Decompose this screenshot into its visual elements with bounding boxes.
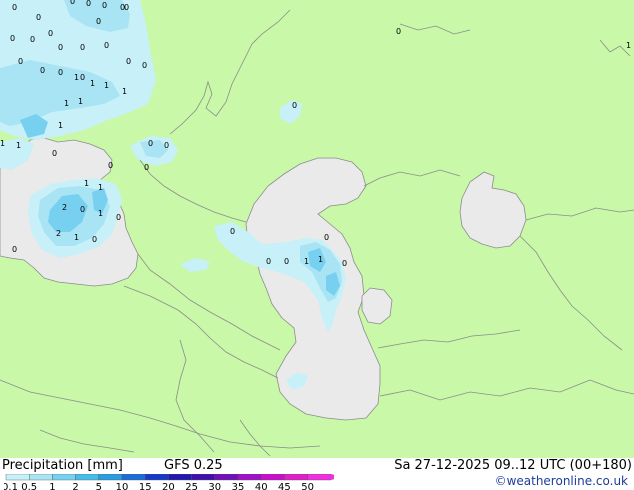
legend-tick-label: 45: [278, 482, 291, 490]
legend-tick-label: 1: [49, 482, 55, 490]
precip-value-label: 0: [40, 66, 45, 75]
precip-value-label: 0: [102, 1, 107, 10]
precip-value-label: 0: [96, 17, 101, 26]
precipitation-map: 000 0 0000 00000000000011 11111011 0 000001 12 0…: [0, 0, 634, 458]
legend-swatch: [237, 474, 262, 481]
precip-value-label: 0: [18, 57, 23, 66]
precip-value-label: 1: [626, 41, 631, 50]
legend-tick-label: 30: [208, 482, 221, 490]
precip-value-label: 0: [396, 27, 401, 36]
legend-tick-label: 40: [255, 482, 268, 490]
precip-value-label: 0: [324, 233, 329, 242]
legend-swatch: [168, 474, 192, 481]
precip-value-label: 0: [70, 0, 75, 6]
precip-value-label: 0: [48, 29, 53, 38]
precip-value-label: 0: [144, 163, 149, 172]
validity-time: Sa 27-12-2025 09..12 UTC (00+180): [394, 458, 632, 473]
precip-value-label: 0: [80, 43, 85, 52]
precip-value-label: 0: [92, 235, 97, 244]
chart-title: Precipitation [mm]: [2, 458, 123, 473]
legend-tick-label: 10: [116, 482, 129, 490]
precip-value-label: 0: [284, 257, 289, 266]
legend-swatch: [261, 474, 285, 481]
legend-swatch: [121, 474, 146, 481]
precip-value-label: 0: [86, 0, 91, 8]
precip-value-label: 0: [10, 34, 15, 43]
legend-swatch: [284, 474, 308, 481]
credit-link[interactable]: ©weatheronline.co.uk: [495, 474, 628, 488]
precip-value-label: 1: [64, 99, 69, 108]
legend-swatch: [144, 474, 169, 481]
precip-value-label: 0: [36, 13, 41, 22]
precip-value-label: 1: [0, 139, 5, 148]
precip-value-label: 0: [142, 61, 147, 70]
precip-value-label: 0: [120, 3, 125, 12]
legend-swatch: [5, 474, 30, 481]
precip-value-label: 0: [108, 161, 113, 170]
precip-value-label: 1: [122, 87, 127, 96]
legend-swatch: [98, 474, 123, 481]
precip-value-label: 1: [98, 209, 103, 218]
legend-tick-label: 50: [301, 482, 314, 490]
legend-swatch: [75, 474, 99, 481]
legend-tick-label: 25: [185, 482, 198, 490]
precip-value-label: 0: [80, 205, 85, 214]
legend-tick-label: 15: [139, 482, 152, 490]
legend-tick-label: 2: [72, 482, 78, 490]
precip-value-label: 0: [230, 227, 235, 236]
precip-value-label: 1: [84, 179, 89, 188]
legend-tick-label: 0.1: [4, 482, 18, 490]
precip-value-label: 0: [292, 101, 297, 110]
precip-value-label: 0: [104, 41, 109, 50]
precip-value-label: 1: [104, 81, 109, 90]
precip-value-label: 1: [318, 255, 323, 264]
legend-tick-label: 0.5: [21, 482, 37, 490]
precip-value-label: 0: [148, 139, 153, 148]
legend-swatch: [191, 474, 216, 481]
legend-swatch: [214, 474, 239, 481]
precip-value-label: 1: [304, 257, 309, 266]
precip-value-label: 0: [12, 3, 17, 12]
precip-value-label: 2: [62, 203, 67, 212]
precip-value-label: 1: [98, 183, 103, 192]
color-legend: 0.1 0.5 1 2 5 10 15 20 25 30 35 40 45 50: [4, 474, 334, 490]
precip-value-label: 1: [74, 73, 79, 82]
legend-swatch: [29, 474, 53, 481]
map-footer: Precipitation [mm] GFS 0.25 Sa 27-12-202…: [0, 458, 634, 490]
precip-value-label: 1: [90, 79, 95, 88]
legend-swatch: [52, 474, 76, 481]
legend-tick-label: 5: [96, 482, 102, 490]
precip-value-label: 0: [52, 149, 57, 158]
precip-value-label: 0: [30, 35, 35, 44]
model-name: GFS 0.25: [164, 458, 223, 473]
precip-value-label: 0: [126, 57, 131, 66]
precip-value-label: 0: [164, 141, 169, 150]
legend-arrow: [330, 474, 334, 480]
precip-value-label: 0: [116, 213, 121, 222]
precip-value-label: 1: [58, 121, 63, 130]
precip-value-label: 0: [12, 245, 17, 254]
precip-value-label: 1: [74, 233, 79, 242]
legend-tick-label: 20: [162, 482, 175, 490]
precip-value-label: 1: [16, 141, 21, 150]
legend-tick-label: 35: [232, 482, 245, 490]
precip-value-label: 0: [342, 259, 347, 268]
precip-value-label: 0: [80, 73, 85, 82]
precip-value-label: 2: [56, 229, 61, 238]
precip-value-label: 1: [78, 97, 83, 106]
precip-value-label: 0: [58, 43, 63, 52]
legend-swatch: [307, 474, 332, 481]
precip-value-label: 0: [266, 257, 271, 266]
precip-value-label: 0: [58, 68, 63, 77]
